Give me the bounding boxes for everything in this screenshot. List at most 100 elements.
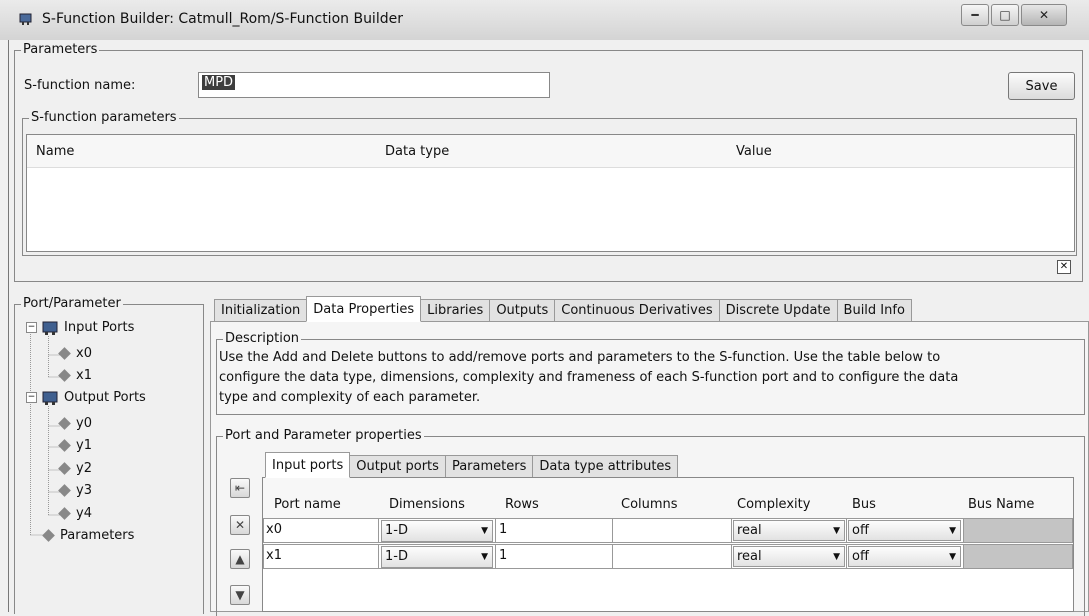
description-text: Use the Add and Delete buttons to add/re…: [219, 348, 958, 408]
close-icon[interactable]: ✕: [1021, 4, 1067, 26]
input-ports-table: Port name Dimensions Rows Columns Comple…: [262, 477, 1074, 612]
dropdown-value: off: [852, 549, 869, 564]
table-row[interactable]: x0 1-D ▼ 1 real ▼ off ▼: [263, 518, 1073, 543]
cell-rows[interactable]: 1: [495, 518, 613, 543]
tree-node-label: Parameters: [60, 528, 135, 543]
tab-data-properties[interactable]: Data Properties: [306, 296, 422, 322]
chevron-down-icon: ▼: [949, 552, 956, 562]
column-header-data-type[interactable]: Data type: [385, 144, 449, 159]
sfunction-name-label: S-function name:: [24, 78, 136, 93]
chevron-down-icon: ▼: [481, 526, 488, 536]
move-up-icon[interactable]: ▲: [230, 549, 250, 569]
cell-columns[interactable]: [613, 544, 731, 569]
complexity-dropdown[interactable]: real ▼: [733, 520, 845, 541]
diamond-icon: [42, 529, 55, 542]
move-down-icon[interactable]: ▼: [230, 585, 250, 605]
bus-dropdown[interactable]: off ▼: [848, 520, 961, 541]
cell-bus[interactable]: off ▼: [847, 518, 963, 543]
tree-node-parameters[interactable]: Parameters: [42, 528, 135, 543]
tab-libraries[interactable]: Libraries: [420, 299, 491, 321]
tree-node-label: y4: [76, 506, 92, 521]
description-group-label: Description: [223, 331, 302, 347]
port-group-icon: [42, 321, 58, 335]
cell-bus[interactable]: off ▼: [847, 544, 963, 569]
column-header-bus-name[interactable]: Bus Name: [968, 497, 1034, 512]
tree-node-x0[interactable]: x0: [58, 346, 92, 361]
column-header-dimensions[interactable]: Dimensions: [389, 497, 465, 512]
cell-complexity[interactable]: real ▼: [731, 544, 847, 569]
tab-data-type-attributes[interactable]: Data type attributes: [532, 455, 679, 477]
tab-output-ports[interactable]: Output ports: [349, 455, 446, 477]
column-header-bus[interactable]: Bus: [852, 497, 876, 512]
dropdown-value: real: [737, 549, 762, 564]
column-header-name[interactable]: Name: [36, 144, 74, 159]
table-row[interactable]: x1 1-D ▼ 1 real ▼ off ▼: [263, 544, 1073, 569]
description-line: type and complexity of each parameter.: [219, 390, 481, 405]
save-button[interactable]: Save: [1008, 72, 1075, 100]
port-group-icon: [42, 391, 58, 405]
tree-node-input-ports[interactable]: − Input Ports: [26, 320, 134, 335]
tree-node-label: y2: [76, 461, 92, 476]
tree-node-y2[interactable]: y2: [58, 461, 92, 476]
tab-parameters[interactable]: Parameters: [444, 455, 534, 477]
cell-rows[interactable]: 1: [495, 544, 613, 569]
maximize-icon[interactable]: □: [991, 4, 1019, 26]
column-header-rows[interactable]: Rows: [505, 497, 539, 512]
chevron-down-icon: ▼: [833, 526, 840, 536]
dimensions-dropdown[interactable]: 1-D ▼: [381, 520, 493, 542]
collapse-icon[interactable]: −: [26, 322, 37, 333]
tab-continuous-derivatives[interactable]: Continuous Derivatives: [554, 299, 720, 321]
bus-dropdown[interactable]: off ▼: [848, 546, 961, 567]
close-panel-icon[interactable]: ✕: [1057, 260, 1071, 274]
column-header-port-name[interactable]: Port name: [274, 497, 341, 512]
tab-outputs[interactable]: Outputs: [489, 299, 556, 321]
main-tab-bar: Initialization Data Properties Libraries…: [214, 296, 912, 322]
tree-node-y3[interactable]: y3: [58, 483, 92, 498]
sfunction-parameters-group-label: S-function parameters: [29, 110, 179, 126]
diamond-icon: [58, 347, 71, 360]
tree-node-label: y0: [76, 416, 92, 431]
sfunction-name-input[interactable]: MPD: [198, 72, 550, 98]
cell-columns[interactable]: [613, 518, 731, 543]
chevron-down-icon: ▼: [949, 526, 956, 536]
chevron-down-icon: ▼: [833, 552, 840, 562]
diamond-icon: [58, 439, 71, 452]
parameters-group-label: Parameters: [21, 42, 100, 58]
port-parameter-properties-label: Port and Parameter properties: [223, 428, 424, 444]
column-header-columns[interactable]: Columns: [621, 497, 678, 512]
tree-node-output-ports[interactable]: − Output Ports: [26, 390, 146, 405]
collapse-icon[interactable]: −: [26, 392, 37, 403]
tab-discrete-update[interactable]: Discrete Update: [718, 299, 838, 321]
column-header-value[interactable]: Value: [736, 144, 772, 159]
tab-build-info[interactable]: Build Info: [836, 299, 912, 321]
delete-port-icon[interactable]: ✕: [230, 515, 250, 535]
tree-node-x1[interactable]: x1: [58, 368, 92, 383]
sfunction-name-value: MPD: [202, 75, 236, 90]
cell-dimensions[interactable]: 1-D ▼: [379, 518, 495, 543]
tree-node-y1[interactable]: y1: [58, 438, 92, 453]
cell-port-name[interactable]: x1: [263, 544, 379, 569]
cell-port-name[interactable]: x0: [263, 518, 379, 543]
tree-node-label: Output Ports: [64, 390, 146, 405]
column-header-complexity[interactable]: Complexity: [737, 497, 810, 512]
description-line: configure the data type, dimensions, com…: [219, 370, 959, 385]
tab-input-ports[interactable]: Input ports: [265, 452, 351, 478]
dropdown-value: 1-D: [385, 523, 408, 538]
minimize-icon[interactable]: ━: [961, 4, 989, 26]
tree-node-y4[interactable]: y4: [58, 506, 92, 521]
dropdown-value: 1-D: [385, 549, 408, 564]
dimensions-dropdown[interactable]: 1-D ▼: [381, 546, 493, 568]
diamond-icon: [58, 462, 71, 475]
diamond-icon: [58, 484, 71, 497]
tab-initialization[interactable]: Initialization: [214, 299, 308, 321]
dropdown-value: real: [737, 523, 762, 538]
tree-node-label: y1: [76, 438, 92, 453]
sfunction-parameters-header: [27, 135, 1074, 168]
complexity-dropdown[interactable]: real ▼: [733, 546, 845, 567]
cell-dimensions[interactable]: 1-D ▼: [379, 544, 495, 569]
cell-complexity[interactable]: real ▼: [731, 518, 847, 543]
tree-node-label: y3: [76, 483, 92, 498]
sfunction-parameters-table[interactable]: Name Data type Value: [26, 134, 1075, 252]
tree-node-y0[interactable]: y0: [58, 416, 92, 431]
add-port-icon[interactable]: ⇤: [230, 478, 250, 498]
